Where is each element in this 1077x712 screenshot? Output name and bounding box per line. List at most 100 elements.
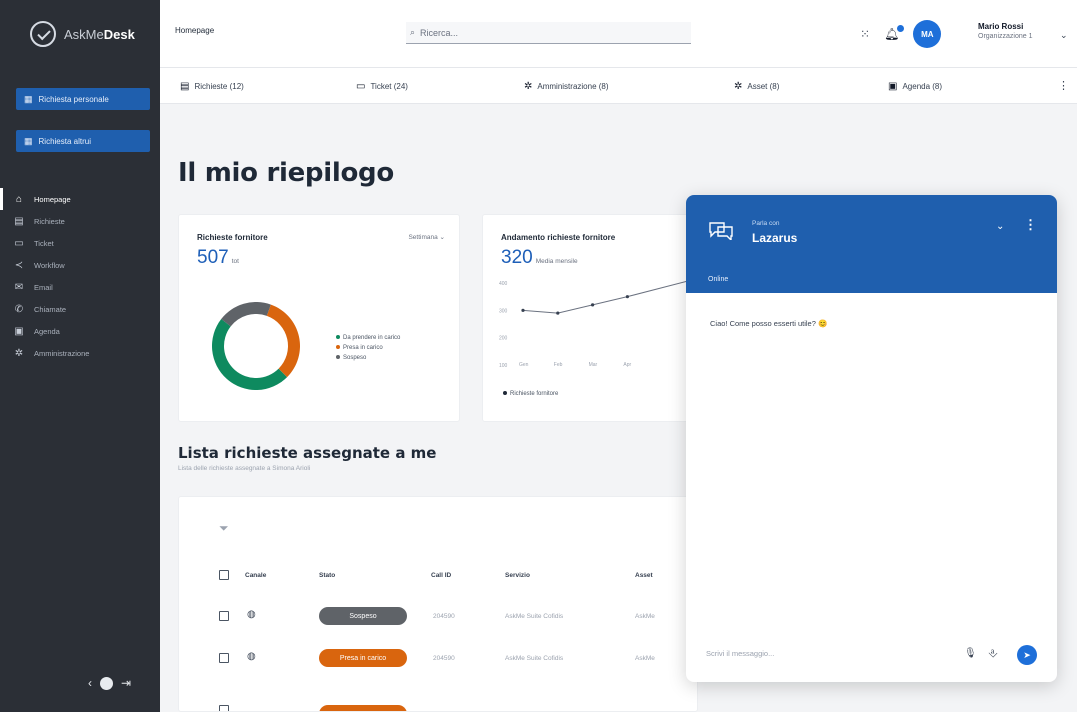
sidebar-item-amministrazione[interactable]: ✲ Amministrazione [0,342,160,364]
home-icon: ⌂ [15,193,23,205]
top-bar: Homepage ⌕ Ricerca... ⁙ 🔔︎ MA Mario Ross… [160,0,1077,68]
tab-label: Asset (8) [747,82,780,91]
tab-agenda[interactable]: ▣ Agenda (8) [888,81,942,92]
donut-slice-presa-in-carico[interactable] [266,304,300,378]
bell-icon[interactable]: 🔔︎ [884,25,905,41]
send-icon: ➤ [1023,649,1031,660]
row-checkbox[interactable] [219,611,229,621]
list-subtitle: Lista delle richieste assegnate a Simona… [178,465,311,472]
x-tick-label: Mar [589,362,598,368]
apps-grid-icon[interactable]: ⁙ [860,27,870,41]
richiesta-personale-button[interactable]: ▦ Richiesta personale [16,88,150,110]
sidebar-item-ticket[interactable]: ▭ Ticket [0,232,160,254]
tab-ticket[interactable]: ▭ Ticket (24) [356,81,408,92]
sidebar-item-label: Email [34,282,53,292]
legend-label: Da prendere in carico [343,335,401,341]
send-button[interactable]: ➤ [1017,645,1037,665]
sidebar-item-agenda[interactable]: ▣ Agenda [0,320,160,342]
tab-label: Amministrazione (8) [537,82,609,91]
asset: AskMe [635,655,655,662]
sidebar-item-label: Workflow [34,260,65,270]
sidebar-item-homepage[interactable]: ⌂ Homepage [0,188,160,210]
donut-chart [211,302,300,391]
sidebar-item-label: Amministrazione [34,348,90,358]
donut-legend: Da prendere in carico Presa in carico So… [336,333,400,363]
calendar-icon: ▣ [14,325,24,337]
list-icon: ▤ [14,215,24,227]
y-tick-label: 300 [499,308,508,314]
chat-agent-name: Lazarus [752,231,798,245]
card-value-unit: tot [231,258,239,265]
logout-icon[interactable]: ⇥ [121,676,131,690]
row-checkbox[interactable] [219,705,229,711]
filter-icon[interactable]: ⏷ [219,521,229,536]
chevron-down-icon[interactable]: ⌄ [996,221,1004,232]
attachment-icon[interactable]: ⎀ [988,646,998,661]
row-checkbox[interactable] [219,653,229,663]
more-vertical-icon[interactable]: ⋮ [1024,217,1037,233]
data-point[interactable] [521,308,525,312]
avatar[interactable]: MA [913,20,942,48]
list-title: Lista richieste assegnate a me [178,444,437,462]
globe-icon: ◍ [247,609,256,620]
ticket-icon: ▭ [356,81,366,92]
search-input[interactable]: ⌕ Ricerca... [406,22,691,44]
richiesta-altrui-button[interactable]: ▦ Richiesta altrui [16,130,150,152]
collapse-icon[interactable]: ‹ [88,676,92,690]
chevron-down-icon[interactable]: ⌄ [1060,30,1068,41]
y-tick-label: 100 [499,363,508,369]
sidebar-item-label: Homepage [34,194,71,204]
tab-richieste[interactable]: ▤ Richieste (12) [180,81,244,92]
sidebar: AskMeDesk ▦ Richiesta personale ▦ Richie… [0,0,160,712]
calendar-icon: ▣ [888,81,898,92]
select-all-checkbox[interactable] [219,570,229,580]
theme-toggle-icon[interactable] [100,676,113,690]
chat-header: Parla con Lazarus Online ⌄ ⋮ [686,195,1057,293]
y-tick-label: 200 [499,336,508,342]
app-logo[interactable]: AskMeDesk [0,0,160,68]
status-badge[interactable]: Presa in carico [319,649,407,667]
donut-slice-da-prendere-in-carico[interactable] [211,319,288,391]
chat-message-input[interactable]: Scrivi il messaggio... [706,649,774,658]
requests-table: ⏷ Canale Stato Call ID Servizio Asset ◍ … [178,496,698,712]
breadcrumb[interactable]: Homepage [175,26,214,35]
period-dropdown[interactable]: Settimana ⌄ [408,233,445,241]
sidebar-item-email[interactable]: ✉ Email [0,276,160,298]
tab-label: Richieste (12) [194,82,244,91]
sidebar-footer: ‹ ⇥ [88,676,131,690]
data-point[interactable] [625,295,629,299]
column-header[interactable]: Asset [635,572,653,579]
column-header[interactable]: Servizio [505,572,530,579]
sidebar-item-chiamate[interactable]: ✆ Chiamate [0,298,160,320]
richiesta-altrui-label: Richiesta altrui [38,136,91,146]
sidebar-nav: ⌂ Homepage ▤ Richieste ▭ Ticket ≺ Workflow ✉… [0,188,160,364]
card-title: Richieste fornitore [197,233,268,242]
card-value-number: 320 [501,247,533,268]
legend-item: Sospeso [336,353,400,363]
more-vertical-icon[interactable]: ⋮ [1058,79,1069,92]
column-header[interactable]: Stato [319,572,335,579]
phone-icon: ✆ [14,303,24,315]
card-value-unit: Media mensile [535,258,578,265]
card-value-number: 507 [197,247,229,268]
microphone-icon[interactable]: 🎙︎ [964,648,977,659]
user-info[interactable]: Mario Rossi Organizzazione 1 [978,22,1032,42]
column-header[interactable]: Canale [245,572,266,579]
tab-asset[interactable]: ✲ Asset (8) [734,81,779,92]
column-header[interactable]: Call ID [431,572,451,579]
legend-label: Sospeso [343,355,367,361]
sidebar-item-richieste[interactable]: ▤ Richieste [0,210,160,232]
gear-icon: ✲ [524,81,533,92]
sidebar-item-workflow[interactable]: ≺ Workflow [0,254,160,276]
grid-icon: ▦ [24,135,33,146]
call-id: 204590 [433,655,455,662]
tab-amministrazione[interactable]: ✲ Amministrazione (8) [524,81,609,92]
gear-icon: ✲ [734,81,743,92]
sidebar-item-label: Richieste [34,216,65,226]
data-point[interactable] [591,303,595,307]
status-badge[interactable] [319,705,407,711]
line-chart: 400 300 200 100 Gen Feb Mar Apr [499,279,698,369]
data-point[interactable] [556,311,560,315]
donut-slice-sospeso[interactable] [221,302,271,327]
status-badge[interactable]: Sospeso [319,607,407,625]
